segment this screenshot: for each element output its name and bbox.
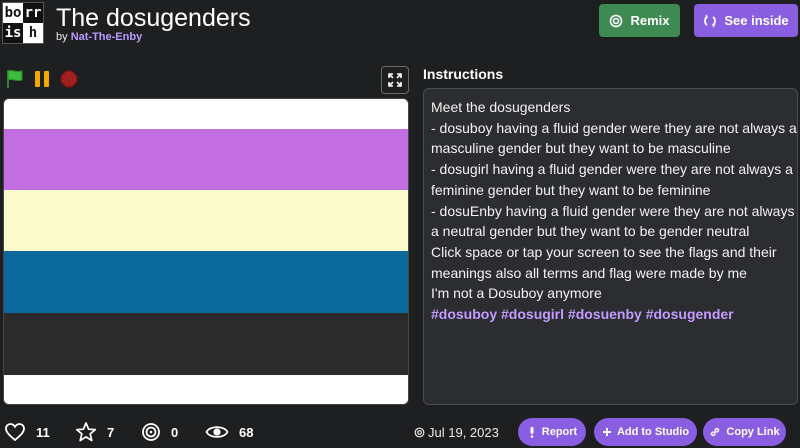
see-inside-button[interactable]: See inside [694,4,798,37]
star-icon [75,422,97,442]
hashtag-list: #dosuboy #dosugirl #dosuenby #dosugender [431,304,790,325]
remix-count-icon [142,423,160,441]
love-count: 11 [36,424,50,440]
hashtag-link[interactable]: #dosugirl [501,306,564,322]
instructions-line: I'm not a Dosuboy anymore [431,285,602,302]
report-button[interactable]: Report [518,418,586,446]
project-thumbnail: bo rr is h [2,2,44,44]
eye-icon [205,426,229,438]
add-to-studio-label: Add to Studio [616,426,690,438]
instructions-line: - dosuboy having a fluid gender were the… [431,119,797,136]
instructions-line: a neutral gender but they want to be gen… [431,223,750,240]
thumbnail-text-3: is [3,23,23,43]
hashtag-link[interactable]: #dosuenby [568,306,642,322]
author-link[interactable]: Nat-The-Enby [71,31,143,43]
thumbnail-text-1: bo [3,3,23,23]
remix-label: Remix [630,13,670,28]
flag-stripe [4,251,408,313]
instructions-panel: Meet the dosugenders - dosuboy having a … [423,88,798,405]
remix-button[interactable]: Remix [599,4,680,37]
instructions-heading: Instructions [423,66,504,82]
green-flag-icon[interactable] [6,69,24,89]
instructions-line: Click space or tap your screen to see th… [431,243,777,260]
report-label: Report [541,426,578,438]
remix-icon [610,14,623,27]
favorite-count: 7 [107,424,115,440]
flag-stripe [4,129,408,190]
copy-link-button[interactable]: Copy Link [703,418,786,446]
project-title: The dosugenders [56,4,251,32]
flag-stripe [4,313,408,375]
plus-icon [602,428,611,436]
hashtag-link[interactable]: #dosugender [646,306,734,322]
see-inside-label: See inside [724,13,789,28]
project-stage[interactable] [3,98,409,405]
view-count: 68 [239,424,254,440]
remix-count: 0 [171,424,179,440]
byline-prefix: by [56,31,68,43]
add-to-studio-button[interactable]: Add to Studio [594,418,697,446]
heart-icon [5,423,25,442]
instructions-line: meanings also all terms and flag were ma… [431,264,747,281]
instructions-line: - dosuEnby having a fluid gender were th… [431,202,795,219]
flag-stripe [4,375,408,404]
remix-small-icon [414,427,425,438]
copy-link-label: Copy Link [726,426,780,438]
pause-icon[interactable] [33,70,51,88]
thumbnail-text-4: h [23,23,43,43]
fullscreen-button[interactable] [381,66,409,94]
instructions-line: feminine gender but they want to be femi… [431,181,711,198]
favorite-stat[interactable]: 7 [75,421,114,443]
thumbnail-text-2: rr [23,3,43,23]
view-stat: 68 [205,421,253,443]
remix-stat: 0 [141,421,178,443]
instructions-line: - dosugirl having a fluid gender were th… [431,161,793,178]
flag-stripe [4,99,408,129]
byline: by Nat-The-Enby [56,31,142,43]
share-date-text: Jul 19, 2023 [428,425,499,440]
hashtag-link[interactable]: #dosuboy [431,306,497,322]
fullscreen-icon [388,73,402,87]
instructions-line: masculine gender but they want to be mas… [431,140,731,157]
stop-icon[interactable] [60,70,78,88]
link-icon [711,427,720,437]
instructions-line: Meet the dosugenders [431,99,571,115]
report-icon [530,427,534,438]
share-date: Jul 19, 2023 [414,425,499,440]
love-stat[interactable]: 11 [4,421,50,443]
see-inside-icon [704,14,717,27]
flag-stripe [4,190,408,251]
